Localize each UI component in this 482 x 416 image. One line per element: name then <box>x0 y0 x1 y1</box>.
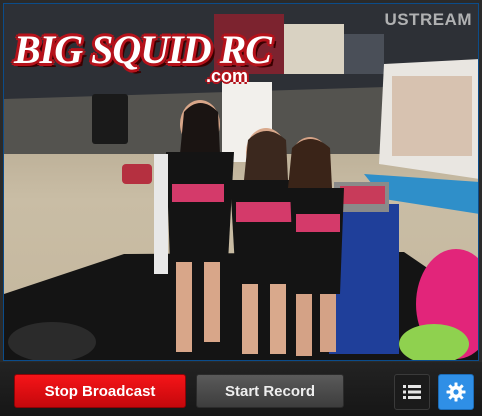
start-record-button[interactable]: Start Record <box>196 374 344 408</box>
list-icon <box>403 385 421 399</box>
stop-broadcast-button[interactable]: Stop Broadcast <box>14 374 186 408</box>
logo-domain-text: .com <box>206 66 249 86</box>
list-button[interactable] <box>394 374 430 410</box>
stop-broadcast-label: Stop Broadcast <box>44 382 156 400</box>
gear-icon <box>446 382 466 402</box>
brand-logo: BIG SQUID RC .com <box>10 22 272 86</box>
start-record-label: Start Record <box>224 382 316 400</box>
video-preview: BIG SQUID RC .com USTREAM <box>3 3 479 361</box>
control-bar: Stop Broadcast Start Record <box>0 362 482 416</box>
broadcast-window: BIG SQUID RC .com USTREAM Stop Broadcast… <box>0 0 482 416</box>
settings-button[interactable] <box>438 374 474 410</box>
ustream-watermark: USTREAM <box>384 10 472 29</box>
